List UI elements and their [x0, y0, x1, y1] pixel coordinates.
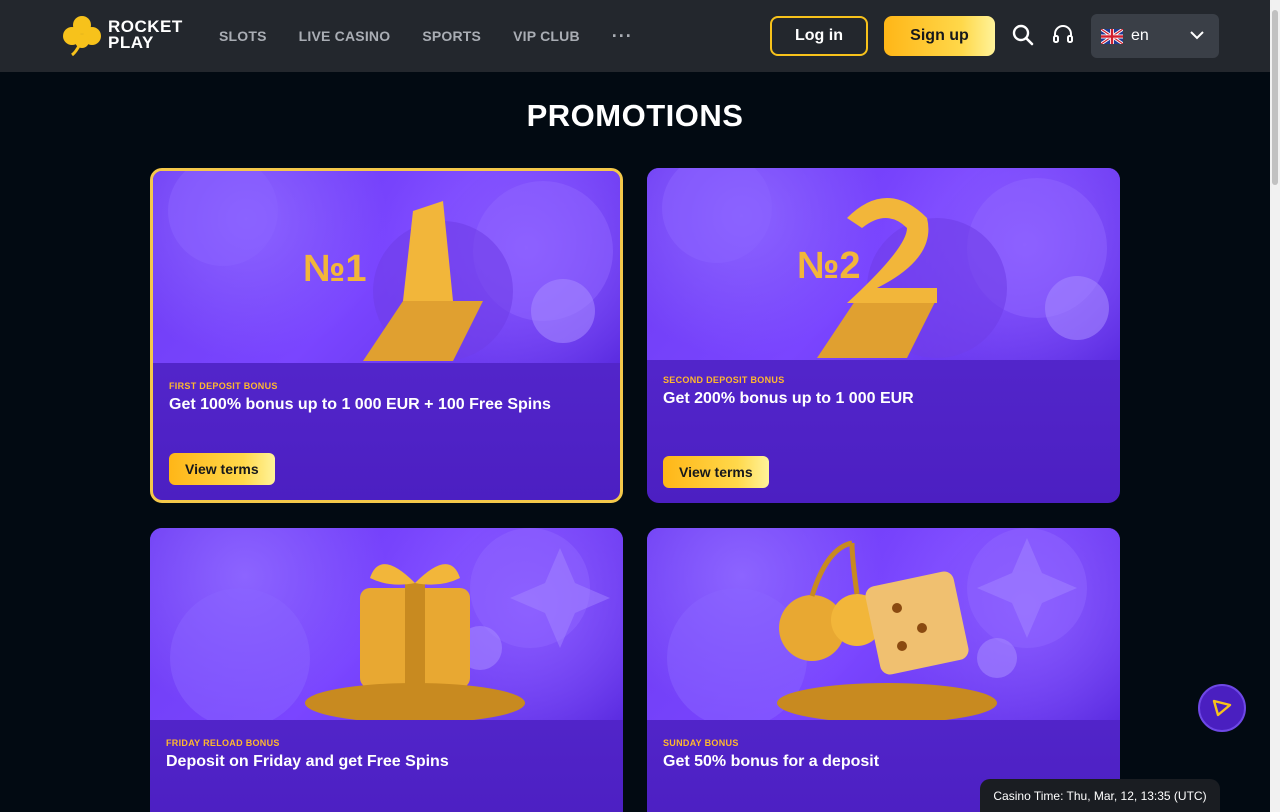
search-icon[interactable]: [1010, 22, 1036, 48]
promo-title: Deposit on Friday and get Free Spins: [166, 753, 449, 770]
clover-logo-icon: [63, 16, 101, 56]
promo-card-body: SECOND DEPOSIT BONUS Get 200% bonus up t…: [647, 360, 1120, 408]
promo-title: Get 100% bonus up to 1 000 EUR + 100 Fre…: [169, 396, 551, 413]
uk-flag-icon: [1101, 28, 1123, 44]
promo-label: FIRST DEPOSIT BONUS: [169, 381, 278, 391]
promo-illustration: [667, 528, 1087, 720]
language-code: en: [1131, 27, 1149, 44]
nav-vip-club[interactable]: VIP CLUB: [513, 28, 580, 44]
chevron-down-icon: [1190, 31, 1204, 40]
promo-card-body: SUNDAY BONUS Get 50% bonus for a deposit: [647, 720, 1120, 771]
casino-time-badge: Casino Time: Thu, Mar, 12, 13:35 (UTC): [980, 779, 1220, 812]
promo-illustration: №2: [662, 168, 1109, 358]
more-menu-icon[interactable]: ···: [612, 26, 633, 47]
brand-name: ROCKET PLAY: [108, 18, 183, 52]
page-title: PROMOTIONS: [526, 98, 744, 133]
main-nav: SLOTS LIVE CASINO SPORTS VIP CLUB ···: [219, 0, 633, 72]
promo-title: Get 50% bonus for a deposit: [663, 753, 880, 770]
top-header: ROCKET PLAY SLOTS LIVE CASINO SPORTS VIP…: [0, 0, 1270, 72]
promo-badge-number: №2: [797, 245, 861, 287]
promo-label: SUNDAY BONUS: [663, 738, 739, 748]
rocketplay-logo[interactable]: ROCKET PLAY: [62, 14, 183, 56]
promo-image-gift: [150, 528, 623, 720]
play-triangle-icon: [1212, 699, 1232, 717]
promo-label: FRIDAY RELOAD BONUS: [166, 738, 280, 748]
promo-badge-number: №1: [303, 248, 367, 290]
nav-live-casino[interactable]: LIVE CASINO: [299, 28, 391, 44]
promo-card-first-deposit[interactable]: №1 FIRST DEPOSIT BONUS Get 100% bonus up…: [150, 168, 623, 503]
promo-card-body: FRIDAY RELOAD BONUS Deposit on Friday an…: [150, 720, 623, 771]
scrollbar-thumb[interactable]: [1272, 10, 1278, 185]
promo-label: SECOND DEPOSIT BONUS: [663, 375, 785, 385]
promo-image-cherries-dice: [647, 528, 1120, 720]
nav-sports[interactable]: SPORTS: [422, 28, 481, 44]
promo-card-body: FIRST DEPOSIT BONUS Get 100% bonus up to…: [153, 363, 620, 414]
support-headset-icon[interactable]: [1050, 22, 1076, 48]
language-select[interactable]: en: [1091, 14, 1219, 58]
brand-line-2: PLAY: [108, 33, 154, 52]
view-terms-button[interactable]: View terms: [663, 456, 769, 488]
login-button[interactable]: Log in: [770, 16, 868, 56]
promo-illustration: №1: [168, 171, 613, 361]
nav-slots[interactable]: SLOTS: [219, 28, 267, 44]
signup-button[interactable]: Sign up: [884, 16, 995, 56]
page-scrollbar[interactable]: [1270, 0, 1280, 812]
floating-promo-button[interactable]: [1198, 684, 1246, 732]
promo-image-no2: №2: [647, 168, 1120, 360]
promo-card-second-deposit[interactable]: №2 SECOND DEPOSIT BONUS Get 200% bonus u…: [647, 168, 1120, 503]
promo-card-sunday[interactable]: SUNDAY BONUS Get 50% bonus for a deposit: [647, 528, 1120, 812]
view-terms-button[interactable]: View terms: [169, 453, 275, 485]
promo-card-friday-reload[interactable]: FRIDAY RELOAD BONUS Deposit on Friday an…: [150, 528, 623, 812]
promo-title: Get 200% bonus up to 1 000 EUR: [663, 390, 914, 407]
promo-image-no1: №1: [153, 171, 620, 363]
promo-illustration: [170, 528, 610, 720]
